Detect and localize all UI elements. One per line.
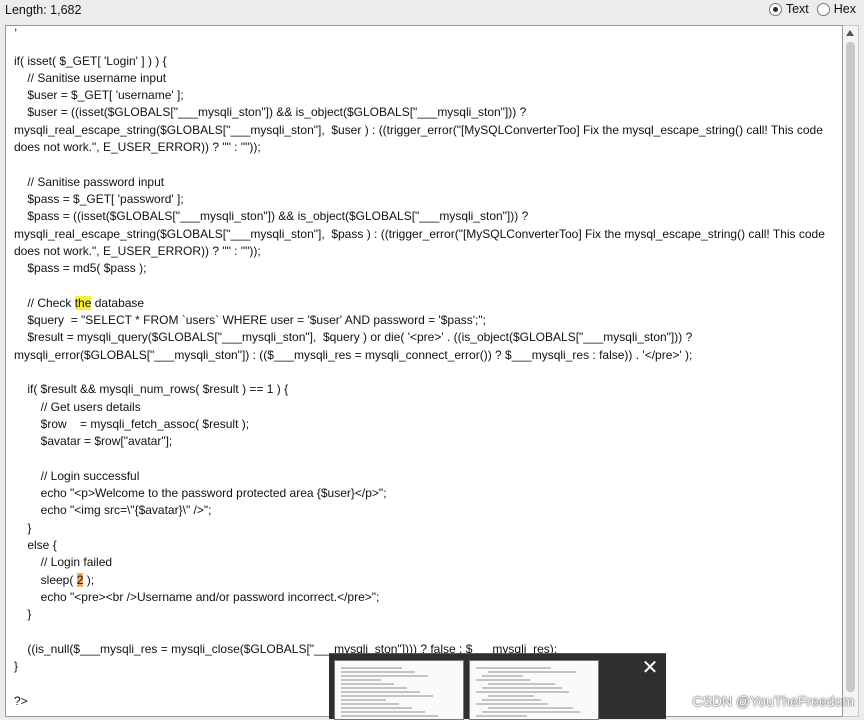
- code-line: $avatar = $row["avatar"];: [14, 434, 173, 449]
- code-line: // Login failed: [14, 555, 113, 570]
- code-text-area[interactable]: , if( isset( $_GET[ 'Login' ] ) ) { // S…: [5, 25, 843, 717]
- thumbnail-text-line: [341, 715, 438, 717]
- code-line: $pass = $_GET[ 'password' ];: [14, 191, 184, 206]
- thumbnail-text-line: [482, 711, 580, 713]
- thumbnail-text-line: [341, 691, 420, 693]
- code-line: // Sanitise username input: [14, 70, 167, 85]
- length-label: Length: 1,682: [5, 3, 82, 17]
- code-line: echo "<img src=\"{$avatar}\" />";: [14, 503, 212, 518]
- code-line: $row = mysqli_fetch_assoc( $result );: [14, 416, 250, 431]
- thumbnail-text-line: [341, 687, 407, 689]
- thumbnail-text-line: [476, 679, 530, 681]
- thumbnail-text-line: [341, 671, 415, 673]
- hex-radio-option[interactable]: Hex: [816, 2, 856, 16]
- thumbnail-text-line: [341, 711, 425, 713]
- thumbnail-text-line: [341, 703, 399, 705]
- hex-radio-icon[interactable]: [816, 2, 830, 16]
- code-line: }: [14, 607, 32, 622]
- code-content: , if( isset( $_GET[ 'Login' ] ) ) { // S…: [14, 25, 838, 710]
- close-icon[interactable]: ✕: [638, 656, 662, 680]
- thumbnail-text-line: [341, 679, 381, 681]
- search-highlight: 2: [76, 572, 84, 587]
- thumbnail-text-line: [476, 667, 551, 669]
- code-line: }: [14, 520, 32, 535]
- window-thumbnail-popup: ✕: [329, 653, 666, 720]
- code-line: if( isset( $_GET[ 'Login' ] ) ) {: [14, 53, 167, 68]
- code-line: $query = "SELECT * FROM `users` WHERE us…: [14, 313, 486, 328]
- window-thumbnail-1[interactable]: [334, 660, 464, 720]
- code-line: sleep( 2 );: [14, 572, 95, 587]
- code-line: else {: [14, 537, 57, 552]
- code-line: // Sanitise password input: [14, 174, 165, 189]
- code-line: // Get users details: [14, 399, 141, 414]
- code-line: $user = $_GET[ 'username' ];: [14, 88, 184, 103]
- thumbnail-text-line: [341, 667, 402, 669]
- top-bar: Length: 1,682 Text Hex: [0, 0, 864, 22]
- text-radio-icon[interactable]: [768, 2, 782, 16]
- thumbnail-text-line: [482, 699, 541, 701]
- text-radio-option[interactable]: Text: [768, 2, 809, 16]
- code-line: if( $result && mysqli_num_rows( $result …: [14, 382, 289, 397]
- thumbnail-text-line: [341, 699, 386, 701]
- watermark: CSDN @YouTheFreedom: [692, 693, 854, 709]
- thumbnail-text-line: [341, 675, 428, 677]
- window-thumbnail-2[interactable]: [469, 660, 599, 720]
- thumbnail-text-line: [341, 695, 433, 697]
- thumbnail-text-line: [476, 703, 548, 705]
- code-line: // Login successful: [14, 468, 140, 483]
- thumbnail-text-line: [341, 707, 412, 709]
- search-highlight: the: [74, 295, 92, 310]
- code-line: echo "<p>Welcome to the password protect…: [14, 486, 387, 501]
- thumbnail-text-line: [488, 707, 573, 709]
- text-radio-label: Text: [785, 2, 809, 16]
- thumbnail-text-line: [488, 683, 555, 685]
- code-line: $result = mysqli_query($GLOBALS["___mysq…: [14, 330, 696, 362]
- thumbnail-text-line: [476, 691, 569, 693]
- thumbnail-text-line: [488, 671, 576, 673]
- thumbnail-text-line: [341, 683, 394, 685]
- hex-radio-label: Hex: [833, 2, 856, 16]
- code-line: $pass = md5( $pass );: [14, 261, 147, 276]
- view-mode-radio-group: Text Hex: [761, 2, 856, 16]
- thumbnail-text-line: [482, 675, 523, 677]
- thumbnail-text-line: [482, 687, 562, 689]
- code-line: $user = ((isset($GLOBALS["___mysqli_ston…: [14, 105, 827, 155]
- code-line: echo "<pre><br />Username and/or passwor…: [14, 589, 380, 604]
- scrollbar-thumb[interactable]: [846, 42, 855, 692]
- vertical-scrollbar[interactable]: [843, 25, 859, 717]
- thumbnail-text-line: [476, 715, 527, 717]
- scroll-up-arrow-icon[interactable]: [846, 30, 854, 36]
- code-line: ,: [14, 25, 18, 33]
- code-line: $pass = ((isset($GLOBALS["___mysqli_ston…: [14, 209, 829, 258]
- code-line: // Check the database: [14, 295, 145, 310]
- thumbnail-text-line: [488, 695, 534, 697]
